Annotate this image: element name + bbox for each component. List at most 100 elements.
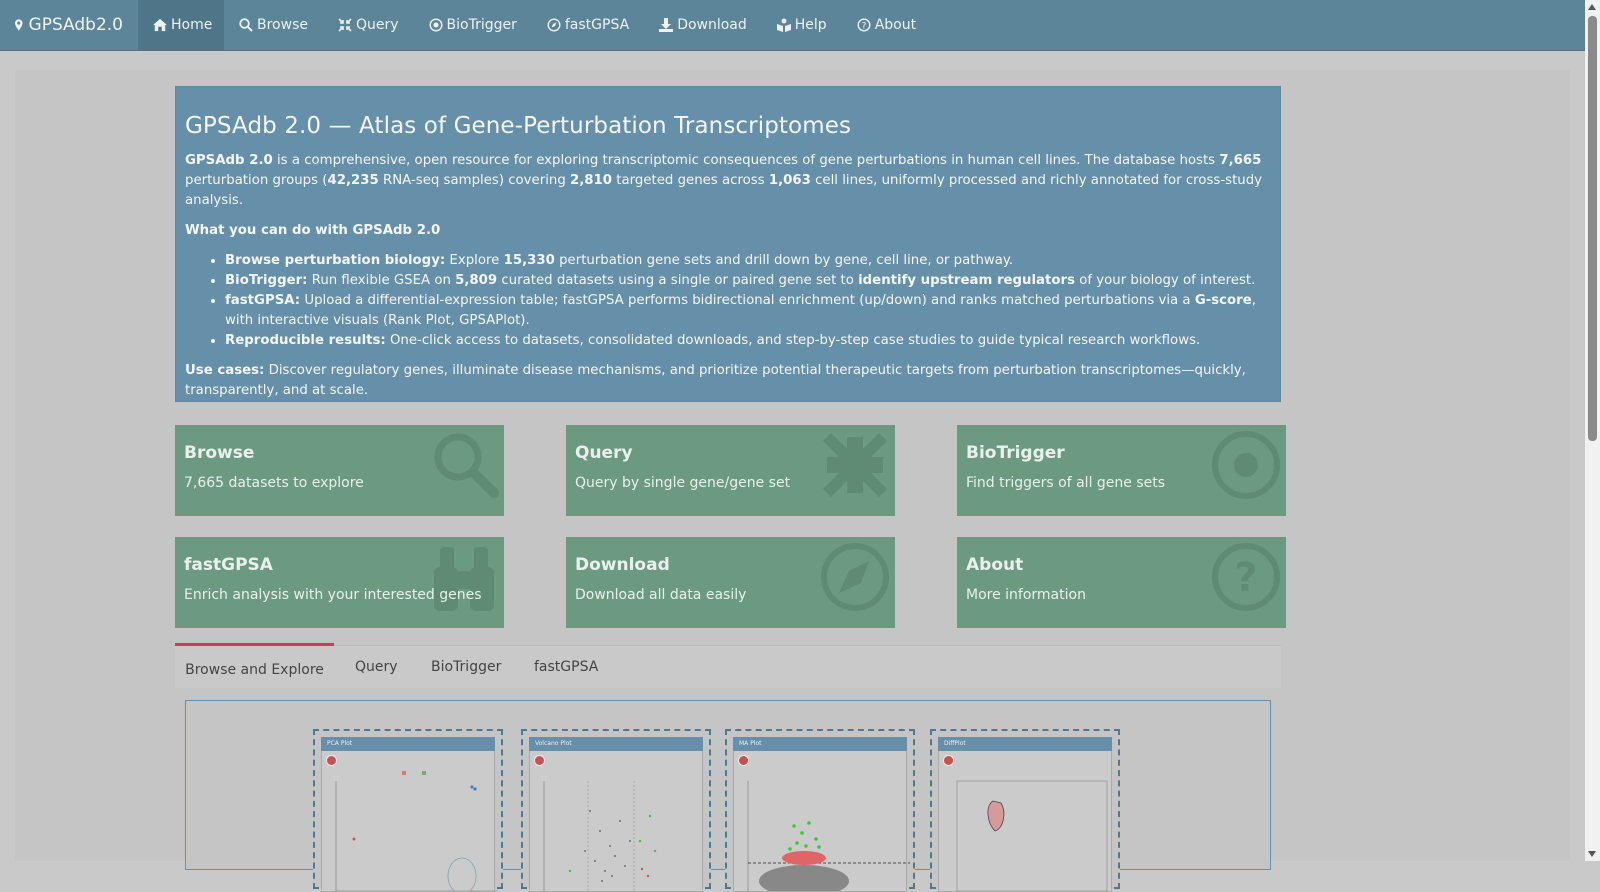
feature-item: fastGPSA: Upload a differential-expressi… [225, 291, 1271, 331]
tile-download[interactable]: Download Download all data easily [566, 537, 895, 628]
tile-desc: Find triggers of all gene sets [966, 475, 1166, 491]
pca-plot-thumbnail [335, 771, 498, 891]
intro-stat: 7,665 [1219, 153, 1262, 168]
preview-title: DiffPlot [938, 737, 1112, 751]
scrollbar-thumb[interactable] [1588, 16, 1597, 441]
features-heading: What you can do with GPSAdb 2.0 [185, 221, 1271, 241]
nav-home-label: Home [171, 17, 213, 33]
tab-browse-explore[interactable]: Browse and Explore [175, 643, 334, 691]
use-cases-paragraph: Use cases: Discover regulatory genes, il… [185, 361, 1271, 401]
tile-desc: Enrich analysis with your interested gen… [184, 587, 482, 603]
feature-label: Browse perturbation biology: [225, 253, 446, 268]
intro-stat: 42,235 [327, 173, 379, 188]
tile-fastgpsa[interactable]: fastGPSA Enrich analysis with your inter… [175, 537, 504, 628]
nav-help-label: Help [794, 17, 827, 33]
feature-tabs: Browse and Explore Query BioTrigger fast… [175, 643, 1281, 691]
preview-ma-plot[interactable]: MA Plot [725, 729, 915, 892]
preview-title: Volcano Plot [529, 737, 703, 751]
intro-stat: 1,063 [768, 173, 811, 188]
feature-emphasis: identify upstream regulators [858, 273, 1075, 288]
tile-desc: 7,665 datasets to explore [184, 475, 364, 491]
tile-about[interactable]: ? About More information [957, 537, 1286, 628]
tab-fastgpsa[interactable]: fastGPSA [534, 646, 598, 688]
nav-about-label: About [874, 17, 917, 33]
intro-text: RNA-seq samples) covering [378, 173, 570, 188]
features-heading-text: What you can do with GPSAdb 2.0 [185, 223, 441, 238]
intro-stat: 2,810 [570, 173, 613, 188]
intro-text: is a comprehensive, open resource for ex… [272, 153, 1220, 168]
tile-desc: Download all data easily [575, 587, 747, 603]
diff-plot-thumbnail [956, 780, 1108, 891]
intro-jumbotron: GPSAdb 2.0 — Atlas of Gene-Perturbation … [175, 86, 1281, 402]
tile-query[interactable]: Query Query by single gene/gene set [566, 425, 895, 516]
intro-paragraph: GPSAdb 2.0 is a comprehensive, open reso… [185, 151, 1271, 211]
feature-item: BioTrigger: Run flexible GSEA on 5,809 c… [225, 271, 1271, 291]
nav-query[interactable]: Query [323, 0, 414, 50]
question-circle-icon: ? [857, 18, 871, 32]
ma-plot-thumbnail [747, 781, 910, 891]
feature-stat: 5,809 [455, 273, 498, 288]
feature-text: Explore [445, 253, 504, 268]
nav-about[interactable]: ? About [842, 0, 931, 50]
feature-emphasis: G-score [1194, 293, 1252, 308]
feature-label: Reproducible results: [225, 333, 386, 348]
feature-text: of your biology of interest. [1075, 273, 1256, 288]
feature-text: curated datasets using a single or paire… [497, 273, 859, 288]
feature-label: fastGPSA: [225, 293, 301, 308]
feature-text: Upload a differential-expression table; … [300, 293, 1195, 308]
download-icon [659, 18, 674, 32]
compass-icon [547, 18, 561, 32]
use-cases-label: Use cases: [185, 363, 265, 378]
preview-image [321, 751, 498, 892]
top-navbar: GPSAdb2.0 Home Browse Query BioTrigger f… [0, 0, 1585, 51]
preview-volcano-plot[interactable]: Volcano Plot [521, 729, 711, 892]
volcano-plot-thumbnail [543, 781, 657, 891]
nav-download[interactable]: Download [644, 0, 762, 50]
svg-text:?: ? [861, 22, 866, 32]
intro-text: perturbation groups ( [185, 173, 328, 188]
feature-label: BioTrigger: [225, 273, 308, 288]
preview-image [733, 751, 910, 892]
feature-text: Run flexible GSEA on [307, 273, 456, 288]
preview-pca-plot[interactable]: PCA Plot [313, 729, 503, 892]
preview-title: MA Plot [733, 737, 907, 751]
brand-logo[interactable]: GPSAdb2.0 [0, 0, 138, 50]
preview-title: PCA Plot [321, 737, 495, 751]
nav-biotrigger[interactable]: BioTrigger [414, 0, 532, 50]
dot-circle-icon [429, 18, 443, 32]
tab-query[interactable]: Query [355, 646, 398, 688]
nav-browse-label: Browse [257, 17, 308, 33]
search-icon [239, 18, 253, 32]
scroll-down-arrow-icon[interactable] [1588, 851, 1596, 857]
tile-biotrigger[interactable]: BioTrigger Find triggers of all gene set… [957, 425, 1286, 516]
preview-diff-plot[interactable]: DiffPlot [930, 729, 1120, 892]
nav-home[interactable]: Home [138, 0, 224, 50]
compress-icon [338, 18, 352, 32]
feature-stat: 15,330 [503, 253, 555, 268]
features-list: Browse perturbation biology: Explore 15,… [185, 251, 1271, 351]
nav-biotrigger-label: BioTrigger [446, 17, 517, 33]
feature-item: Browse perturbation biology: Explore 15,… [225, 251, 1271, 271]
page-scrollbar[interactable] [1585, 0, 1600, 861]
feature-text: perturbation gene sets and drill down by… [554, 253, 1014, 268]
intro-text: targeted genes across [612, 173, 769, 188]
intro-db-name: GPSAdb 2.0 [185, 153, 273, 168]
nav-browse[interactable]: Browse [224, 0, 323, 50]
scroll-up-arrow-icon[interactable] [1588, 4, 1596, 10]
tile-browse[interactable]: Browse 7,665 datasets to explore [175, 425, 504, 516]
book-reader-icon [776, 18, 791, 32]
map-marker-icon [15, 19, 23, 31]
nav-help[interactable]: Help [762, 0, 842, 50]
feature-item: Reproducible results: One-click access t… [225, 331, 1271, 351]
nav-query-label: Query [355, 17, 399, 33]
nav-fastgpsa-label: fastGPSA [564, 17, 630, 33]
nav-download-label: Download [677, 17, 747, 33]
tab-biotrigger[interactable]: BioTrigger [431, 646, 501, 688]
feature-text: One-click access to datasets, consolidat… [385, 333, 1201, 348]
nav-fastgpsa[interactable]: fastGPSA [532, 0, 644, 50]
brand-name: GPSAdb2.0 [28, 15, 123, 35]
tile-desc: More information [966, 587, 1086, 603]
preview-image [938, 751, 1112, 892]
page-title: GPSAdb 2.0 — Atlas of Gene-Perturbation … [185, 113, 852, 139]
use-cases-text: Discover regulatory genes, illuminate di… [185, 363, 1246, 398]
